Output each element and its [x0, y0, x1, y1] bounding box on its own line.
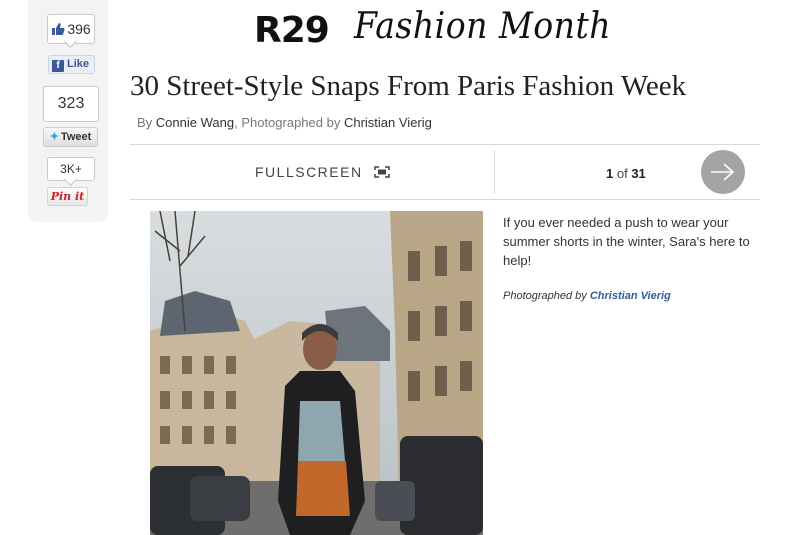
logo-mark: R29 — [254, 10, 330, 51]
share-sidebar: 396 f Like 323 ✦ Tweet 3K+ Pin it — [28, 0, 108, 222]
tweet-count: 323 — [43, 86, 99, 122]
slideshow-toolbar: FULLSCREEN 1 of 31 — [130, 144, 760, 200]
arrow-right-icon — [711, 163, 735, 181]
site-logo[interactable]: R29 Fashion Month — [254, 6, 654, 52]
facebook-icon: f — [52, 60, 64, 72]
facebook-like-button[interactable]: f Like — [48, 55, 95, 74]
tweet-button[interactable]: ✦ Tweet — [43, 127, 98, 147]
fullscreen-button[interactable]: FULLSCREEN — [255, 164, 390, 180]
slide-photo[interactable] — [150, 211, 483, 535]
photographer-link[interactable]: Christian Vierig — [344, 115, 432, 130]
slide-counter: 1 of 31 — [606, 166, 646, 181]
next-slide-button[interactable] — [701, 150, 745, 194]
byline: By Connie Wang, Photographed by Christia… — [137, 115, 432, 130]
photo-credit: Photographed by Christian Vierig — [503, 290, 671, 302]
photo-credit-link[interactable]: Christian Vierig — [590, 290, 671, 302]
slide-caption: If you ever needed a push to wear your s… — [503, 215, 750, 268]
pin-it-button[interactable]: Pin it — [47, 187, 88, 206]
twitter-bird-icon: ✦ — [49, 131, 59, 143]
fullscreen-icon — [374, 165, 390, 178]
article-title: 30 Street-Style Snaps From Paris Fashion… — [130, 70, 687, 102]
toolbar-divider — [494, 150, 495, 194]
author-link[interactable]: Connie Wang — [156, 115, 234, 130]
logo-script: Fashion Month — [354, 6, 612, 47]
thumbs-up-icon — [51, 17, 65, 35]
